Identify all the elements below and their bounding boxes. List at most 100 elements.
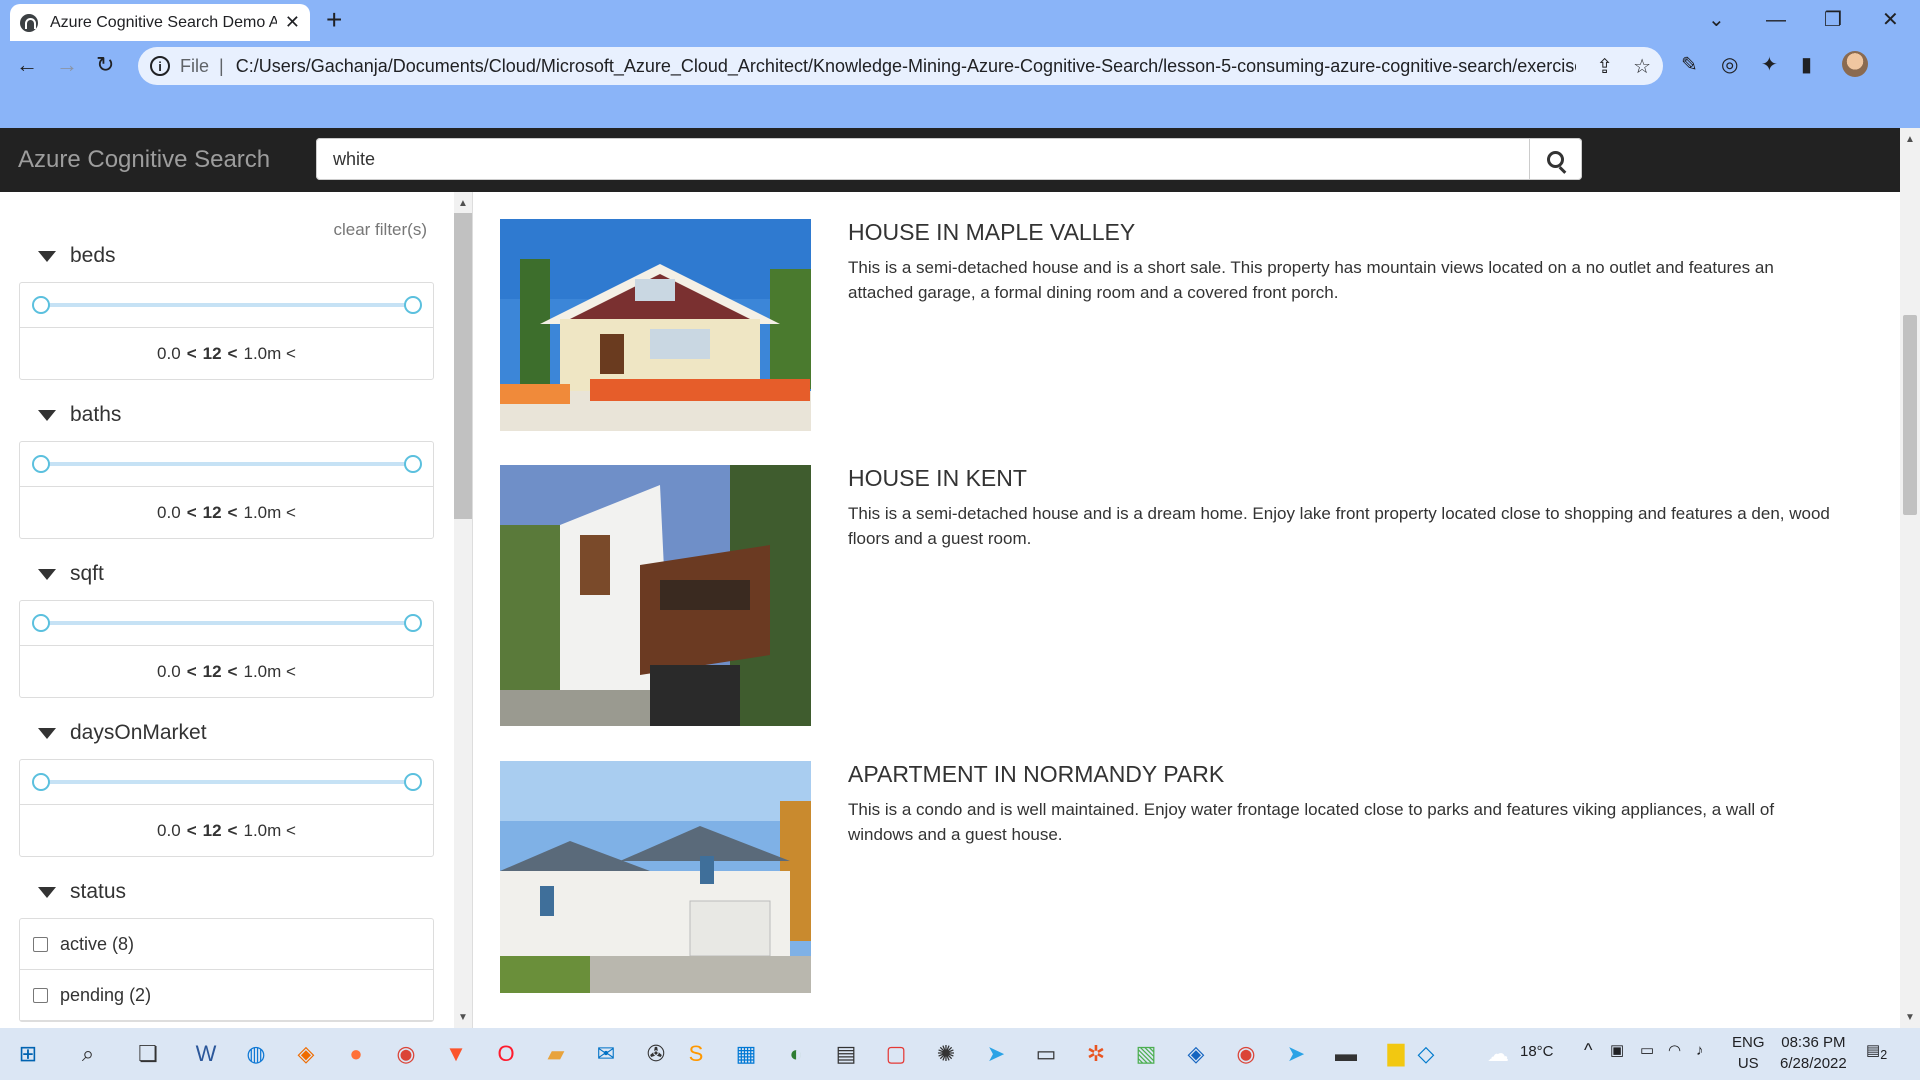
weather-temp[interactable]: 18°C bbox=[1520, 1041, 1554, 1062]
clock[interactable]: 08:36 PM 6/28/2022 bbox=[1780, 1032, 1847, 1074]
app-icon[interactable]: ◈ bbox=[1182, 1040, 1210, 1068]
status-option-pending[interactable]: pending (2) bbox=[20, 970, 433, 1021]
scroll-down-icon[interactable]: ▼ bbox=[458, 1012, 468, 1023]
app-icon[interactable]: ✺ bbox=[932, 1040, 960, 1068]
eyedropper-icon[interactable]: ✎ bbox=[1681, 52, 1698, 77]
close-window-icon[interactable]: ✕ bbox=[1882, 8, 1899, 32]
tab-search-icon[interactable]: ⌄ bbox=[1708, 8, 1725, 32]
result-title[interactable]: HOUSE IN KENT bbox=[848, 465, 1027, 492]
search-input[interactable] bbox=[316, 138, 1530, 180]
slider-max-handle[interactable] bbox=[404, 614, 422, 632]
result-title[interactable]: HOUSE IN MAPLE VALLEY bbox=[848, 219, 1135, 246]
house-photo[interactable] bbox=[500, 761, 811, 993]
scroll-up-icon[interactable]: ▲ bbox=[458, 198, 468, 209]
app-icon[interactable]: ◈ bbox=[292, 1040, 320, 1068]
notebook-icon[interactable]: ▤ bbox=[832, 1040, 860, 1068]
edge-icon[interactable]: ◍ bbox=[242, 1040, 270, 1068]
house-photo[interactable] bbox=[500, 465, 811, 726]
checkbox[interactable] bbox=[33, 987, 48, 1003]
page-scroll-thumb[interactable] bbox=[1903, 315, 1917, 515]
calculator-icon[interactable]: ▦ bbox=[732, 1040, 760, 1068]
slider-max-handle[interactable] bbox=[404, 455, 422, 473]
range-slider[interactable] bbox=[20, 283, 433, 328]
opera-icon[interactable]: O bbox=[492, 1040, 520, 1068]
brave-icon[interactable]: ▼ bbox=[442, 1040, 470, 1068]
task-view-icon[interactable]: ❏ bbox=[134, 1040, 162, 1068]
slider-min-handle[interactable] bbox=[32, 296, 50, 314]
ubuntu-icon[interactable]: ✲ bbox=[1082, 1040, 1110, 1068]
range-slider[interactable] bbox=[20, 760, 433, 805]
chrome-icon[interactable]: ◉ bbox=[392, 1040, 420, 1068]
facet-header-daysonmarket[interactable]: daysOnMarket bbox=[38, 721, 207, 745]
slider-min-handle[interactable] bbox=[32, 773, 50, 791]
volume-icon[interactable]: ♪ bbox=[1696, 1040, 1704, 1061]
page-scrollbar[interactable] bbox=[1900, 128, 1920, 1028]
range-slider[interactable] bbox=[20, 442, 433, 487]
status-option-active[interactable]: active (8) bbox=[20, 919, 433, 970]
slider-max-handle[interactable] bbox=[404, 296, 422, 314]
vscode-icon[interactable]: ◇ bbox=[1412, 1040, 1440, 1068]
slider-min-handle[interactable] bbox=[32, 614, 50, 632]
notifications-icon[interactable]: ▤2 bbox=[1866, 1040, 1887, 1066]
clear-filters-link[interactable]: clear filter(s) bbox=[333, 220, 427, 240]
facet-header-status[interactable]: status bbox=[38, 880, 126, 904]
language-indicator[interactable]: ENG US bbox=[1732, 1032, 1765, 1074]
range-lt: < bbox=[286, 820, 296, 840]
new-tab-icon[interactable]: + bbox=[326, 6, 342, 34]
page-scroll-down-icon[interactable]: ▼ bbox=[1905, 1012, 1915, 1023]
range-low: 0.0 bbox=[157, 502, 181, 522]
side-panel-icon[interactable]: ▮ bbox=[1801, 52, 1812, 77]
profile-avatar[interactable] bbox=[1842, 51, 1868, 77]
facet-header-beds[interactable]: beds bbox=[38, 244, 116, 268]
house-photo[interactable] bbox=[500, 219, 811, 431]
file-explorer-icon[interactable]: ▰ bbox=[542, 1040, 570, 1068]
app-icon[interactable]: ▢ bbox=[882, 1040, 910, 1068]
app-brand[interactable]: Azure Cognitive Search bbox=[18, 146, 270, 174]
firefox-icon[interactable]: ● bbox=[342, 1040, 370, 1068]
clock-time: 08:36 PM bbox=[1781, 1034, 1846, 1051]
address-url[interactable]: C:/Users/Gachanja/Documents/Cloud/Micros… bbox=[236, 56, 1577, 77]
slider-min-handle[interactable] bbox=[32, 455, 50, 473]
cmd-icon[interactable]: ▬ bbox=[1332, 1040, 1360, 1068]
mail-icon[interactable]: ✉ bbox=[592, 1040, 620, 1068]
back-icon[interactable]: ← bbox=[16, 50, 38, 80]
site-info-icon[interactable]: i bbox=[150, 56, 170, 76]
start-icon[interactable]: ⊞ bbox=[14, 1040, 42, 1068]
telegram-icon[interactable]: ➤ bbox=[982, 1040, 1010, 1068]
app-icon[interactable]: ◐ bbox=[782, 1040, 810, 1068]
reload-icon[interactable]: ↻ bbox=[96, 50, 114, 80]
extensions-puzzle-icon[interactable]: ✦ bbox=[1761, 52, 1778, 77]
chrome-active-icon[interactable]: ◉ bbox=[1232, 1040, 1260, 1068]
sidebar-scroll-thumb[interactable] bbox=[454, 213, 472, 519]
power-bi-icon[interactable]: ▇ bbox=[1382, 1040, 1410, 1068]
checkbox[interactable] bbox=[33, 936, 48, 952]
wifi-icon[interactable]: ◠ bbox=[1668, 1040, 1681, 1061]
range-slider[interactable] bbox=[20, 601, 433, 646]
address-bar[interactable]: i File | C:/Users/Gachanja/Documents/Clo… bbox=[138, 47, 1663, 85]
share-icon[interactable]: ⇪ bbox=[1596, 54, 1613, 79]
word-icon[interactable]: W bbox=[192, 1040, 220, 1068]
bookmark-star-icon[interactable]: ☆ bbox=[1633, 54, 1651, 79]
facet-header-sqft[interactable]: sqft bbox=[38, 562, 104, 586]
extension-circle-icon[interactable]: ◎ bbox=[1721, 52, 1738, 77]
facet-header-baths[interactable]: baths bbox=[38, 403, 121, 427]
show-hidden-icons-icon[interactable]: ^ bbox=[1584, 1040, 1592, 1061]
meet-now-icon[interactable]: ▣ bbox=[1610, 1040, 1624, 1061]
restore-icon[interactable]: ❐ bbox=[1824, 8, 1842, 32]
app-icon[interactable]: ✇ bbox=[642, 1040, 670, 1068]
terminal-icon[interactable]: ▭ bbox=[1032, 1040, 1060, 1068]
minimize-icon[interactable]: — bbox=[1766, 8, 1786, 32]
browser-tab[interactable]: Azure Cognitive Search Demo Ap ✕ bbox=[10, 4, 310, 41]
telegram-icon[interactable]: ➤ bbox=[1282, 1040, 1310, 1068]
close-tab-icon[interactable]: ✕ bbox=[285, 12, 300, 33]
result-title[interactable]: APARTMENT IN NORMANDY PARK bbox=[848, 761, 1224, 788]
taskbar-search-icon[interactable]: ⌕ bbox=[74, 1040, 102, 1068]
slider-max-handle[interactable] bbox=[404, 773, 422, 791]
app-icon[interactable]: ▧ bbox=[1132, 1040, 1160, 1068]
forward-icon[interactable]: → bbox=[56, 50, 78, 80]
search-button[interactable] bbox=[1530, 138, 1582, 180]
sublime-icon[interactable]: S bbox=[682, 1040, 710, 1068]
battery-icon[interactable]: ▭ bbox=[1640, 1040, 1654, 1061]
page-scroll-up-icon[interactable]: ▲ bbox=[1905, 134, 1915, 145]
weather-cloud-icon[interactable]: ☁ bbox=[1484, 1040, 1512, 1068]
